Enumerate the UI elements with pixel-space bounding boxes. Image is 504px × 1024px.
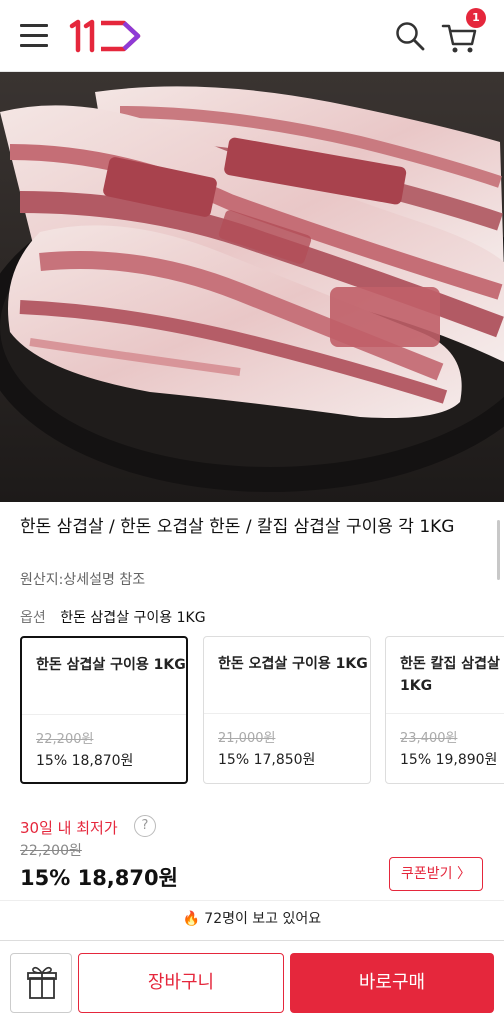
- viewers-text: 72명이 보고 있어요: [204, 911, 322, 927]
- option-name: 한돈 오겹살 구이용 1KG: [218, 656, 368, 672]
- product-origin: 원산지:상세설명 참조: [20, 572, 146, 588]
- original-price: 22,200원: [20, 843, 82, 859]
- option-price: 15% 19,890원: [400, 752, 498, 768]
- option-card[interactable]: 한돈 오겹살 구이용 1KG 21,000원 15% 17,850원: [203, 636, 371, 784]
- option-name: 한돈 삼겹살 구이용 1KG: [36, 657, 186, 673]
- option-card[interactable]: 한돈 삼겹살 구이용 1KG 22,200원 15% 18,870원: [20, 636, 188, 784]
- 11st-logo[interactable]: [68, 18, 144, 54]
- option-original-price: 23,400원: [400, 731, 458, 746]
- search-icon[interactable]: [394, 20, 426, 52]
- divider: [386, 713, 504, 714]
- option-price: 15% 18,870원: [36, 753, 134, 769]
- product-image[interactable]: [0, 72, 504, 502]
- viewers-notice: 🔥 72명이 보고 있어요: [0, 908, 504, 928]
- scrollbar[interactable]: [497, 520, 500, 580]
- option-original-price: 22,200원: [36, 732, 94, 747]
- option-price: 15% 17,850원: [218, 752, 316, 768]
- option-card[interactable]: 한돈 칼집 삼겹살 구이용 1KG 23,400원 15% 19,890원: [385, 636, 504, 784]
- buy-now-button[interactable]: 바로구매: [290, 953, 494, 1013]
- add-to-cart-button[interactable]: 장바구니: [78, 953, 284, 1013]
- final-price: 15% 18,870원: [20, 866, 178, 890]
- gift-button[interactable]: [10, 953, 72, 1013]
- coupon-button[interactable]: 쿠폰받기 〉: [389, 857, 483, 891]
- option-value: 한돈 삼겹살 구이용 1KG: [60, 610, 206, 626]
- divider: [204, 713, 370, 714]
- option-carousel[interactable]: 한돈 삼겹살 구이용 1KG 22,200원 15% 18,870원 한돈 오겹…: [20, 636, 504, 784]
- help-icon[interactable]: ?: [134, 815, 156, 837]
- selected-option-row: 옵션 한돈 삼겹살 구이용 1KG: [20, 607, 206, 627]
- gift-icon: [27, 966, 57, 999]
- lowest-price-label: 30일 내 최저가: [20, 819, 118, 837]
- cart-count-badge: 1: [466, 8, 486, 28]
- fire-icon: 🔥: [182, 911, 201, 927]
- option-label: 옵션: [20, 610, 46, 626]
- bottom-action-bar: 장바구니 바로구매: [0, 940, 504, 1024]
- divider: [22, 714, 186, 715]
- divider: [0, 900, 504, 901]
- product-title: 한돈 삼겹살 / 한돈 오겹살 한돈 / 칼집 삼겹살 구이용 각 1KG: [20, 517, 455, 537]
- hamburger-menu-icon[interactable]: [20, 24, 48, 48]
- option-name: 한돈 칼집 삼겹살 구이용 1KG: [400, 656, 504, 694]
- option-original-price: 21,000원: [218, 731, 276, 746]
- app-header: 1: [0, 0, 504, 72]
